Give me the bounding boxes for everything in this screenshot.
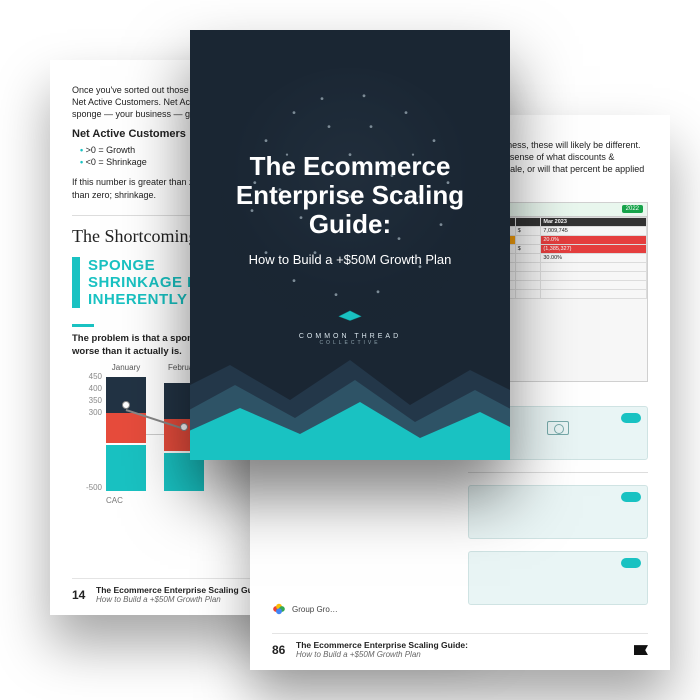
cover-subtitle: How to Build a +$50M Growth Plan <box>190 252 510 267</box>
cover-page: The Ecommerce Enterprise Scaling Guide: … <box>190 30 510 460</box>
footer-sub: How to Build a +$50M Growth Plan <box>296 650 421 659</box>
ytick: 300 <box>72 408 102 417</box>
page-number: 86 <box>272 643 290 657</box>
footer-text: The Ecommerce Enterprise Scaling Guide: … <box>296 640 468 660</box>
sheet-col: Mar 2023 <box>541 217 647 226</box>
page-footer: 86 The Ecommerce Enterprise Scaling Guid… <box>272 633 648 660</box>
toggle-icon <box>621 558 641 568</box>
toggle-icon <box>621 492 641 502</box>
upload-panel <box>468 551 648 605</box>
overlay-dot <box>122 401 130 409</box>
chart-col-jan: January <box>106 377 146 492</box>
footer-text: The Ecommerce Enterprise Scaling Guide: … <box>96 585 268 605</box>
camera-icon <box>547 421 569 435</box>
flag-icon <box>634 645 648 655</box>
xlabel-cac: CAC <box>106 496 123 505</box>
page-number: 14 <box>72 588 90 602</box>
ytick: 350 <box>72 396 102 405</box>
cover-wave-art <box>190 330 510 460</box>
footer-title: The Ecommerce Enterprise Scaling Guide: <box>96 585 268 595</box>
brand-logo-icon <box>336 306 364 324</box>
ytick-bottom: -500 <box>72 483 102 492</box>
document-mock-stage: Once you've sorted out those two numbers… <box>0 0 700 700</box>
accent-dash <box>72 324 94 327</box>
upload-panel <box>468 485 648 539</box>
toggle-icon <box>621 413 641 423</box>
branding-row: Group Gro… <box>272 602 338 616</box>
ytick: 400 <box>72 384 102 393</box>
footer-sub: How to Build a +$50M Growth Plan <box>96 595 221 604</box>
sheet-badge: 2022 <box>622 205 643 213</box>
footer-title: The Ecommerce Enterprise Scaling Guide: <box>296 640 468 650</box>
col-label: January <box>106 363 146 372</box>
cover-title: The Ecommerce Enterprise Scaling Guide: <box>190 152 510 239</box>
branding-text: Group Gro… <box>292 605 338 614</box>
multicolor-logo-icon <box>272 602 286 616</box>
seg-c <box>106 445 146 491</box>
divider <box>468 472 648 473</box>
ytick: 450 <box>72 372 102 381</box>
seg-b <box>106 413 146 443</box>
